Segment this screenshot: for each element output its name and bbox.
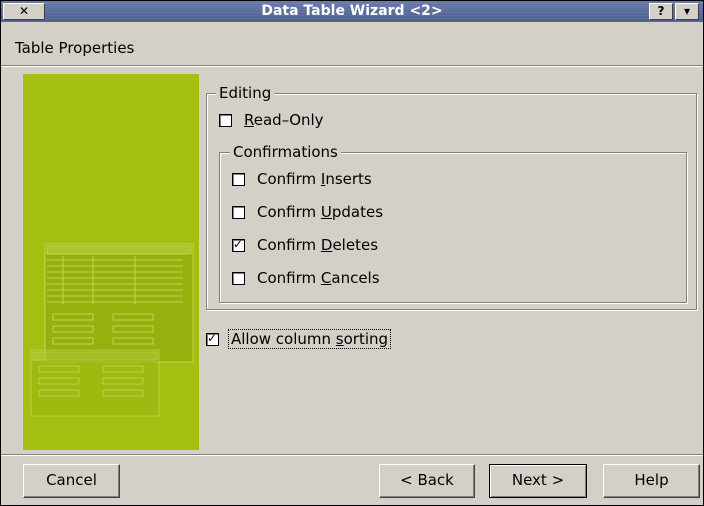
allow-column-sorting-checkbox[interactable]: ✓ Allow column sorting [206,329,392,349]
checkbox-box[interactable]: ✓ [232,236,245,252]
read-only-checkbox[interactable]: Read–Only [219,111,324,129]
window-menu-icon[interactable]: ▾ [675,3,699,20]
title-bar[interactable]: ✕ Data Table Wizard <2> ? ▾ [1,1,703,22]
confirm-updates-checkbox[interactable]: Confirm Updates [232,203,383,221]
footer-divider [1,454,703,456]
read-only-label: Read–Only [244,111,324,129]
allow-column-sorting-label: Allow column sorting [228,329,392,349]
confirmations-legend: Confirmations [230,143,341,161]
checkmark-icon: ✓ [233,236,244,251]
checkbox-box[interactable]: ✓ [206,330,219,346]
wizard-window: ✕ Data Table Wizard <2> ? ▾ Table Proper… [0,0,704,506]
table-illustration-icon [30,243,194,417]
window-title: Data Table Wizard <2> [261,3,443,19]
page-title: Table Properties [15,39,135,57]
confirm-updates-label: Confirm Updates [257,203,384,221]
confirm-deletes-checkbox[interactable]: ✓ Confirm Deletes [232,236,378,254]
wizard-illustration [23,74,199,450]
back-button[interactable]: < Back [379,464,475,498]
checkmark-icon: ✓ [207,330,218,345]
next-button[interactable]: Next > [489,464,587,498]
cancel-button[interactable]: Cancel [23,464,120,498]
checkbox-box[interactable] [219,113,232,127]
confirm-deletes-label: Confirm Deletes [257,236,379,254]
confirm-inserts-label: Confirm Inserts [257,170,372,188]
confirm-inserts-checkbox[interactable]: Confirm Inserts [232,170,372,188]
header-divider [1,65,703,67]
checkbox-box[interactable] [232,271,245,285]
editing-legend: Editing [216,84,275,102]
confirm-cancels-checkbox[interactable]: Confirm Cancels [232,269,380,287]
help-button[interactable]: Help [603,464,700,498]
help-icon[interactable]: ? [649,3,673,20]
checkbox-box[interactable] [232,205,245,219]
checkbox-box[interactable] [232,172,245,186]
confirm-cancels-label: Confirm Cancels [257,269,380,287]
